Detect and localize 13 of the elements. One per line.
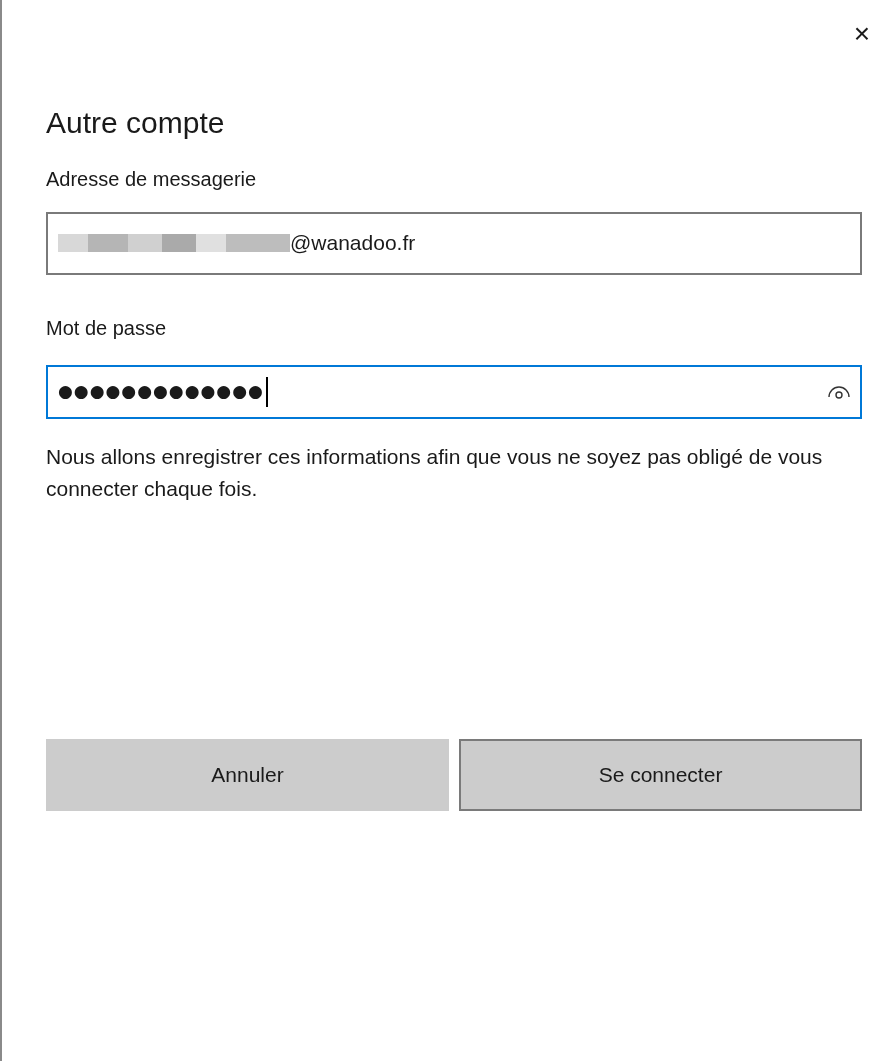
dialog-button[interactable]: Annuler (46, 739, 449, 811)
email-value: @wanadoo.fr (290, 230, 416, 257)
email-field[interactable]: @wanadoo.fr (46, 211, 862, 275)
field-label: Adresse de messagerie (46, 166, 258, 192)
eye-icon[interactable] (828, 384, 850, 399)
dialog-title: Autre compte (46, 105, 226, 141)
password-value: ●●●●●●●●●●●●● (58, 379, 264, 403)
field-label: Mot de passe (46, 315, 168, 341)
close-button[interactable]: × (838, 12, 886, 56)
text-caret (265, 376, 268, 407)
password-field[interactable]: ●●●●●●●●●●●●● (46, 364, 862, 419)
dialog-button[interactable]: Se connecter (459, 739, 862, 811)
notice-text: Nous allons enregistrer ces informations afin que vous ne soyez pas obligé de vous connecter chaque fois. (46, 443, 824, 502)
